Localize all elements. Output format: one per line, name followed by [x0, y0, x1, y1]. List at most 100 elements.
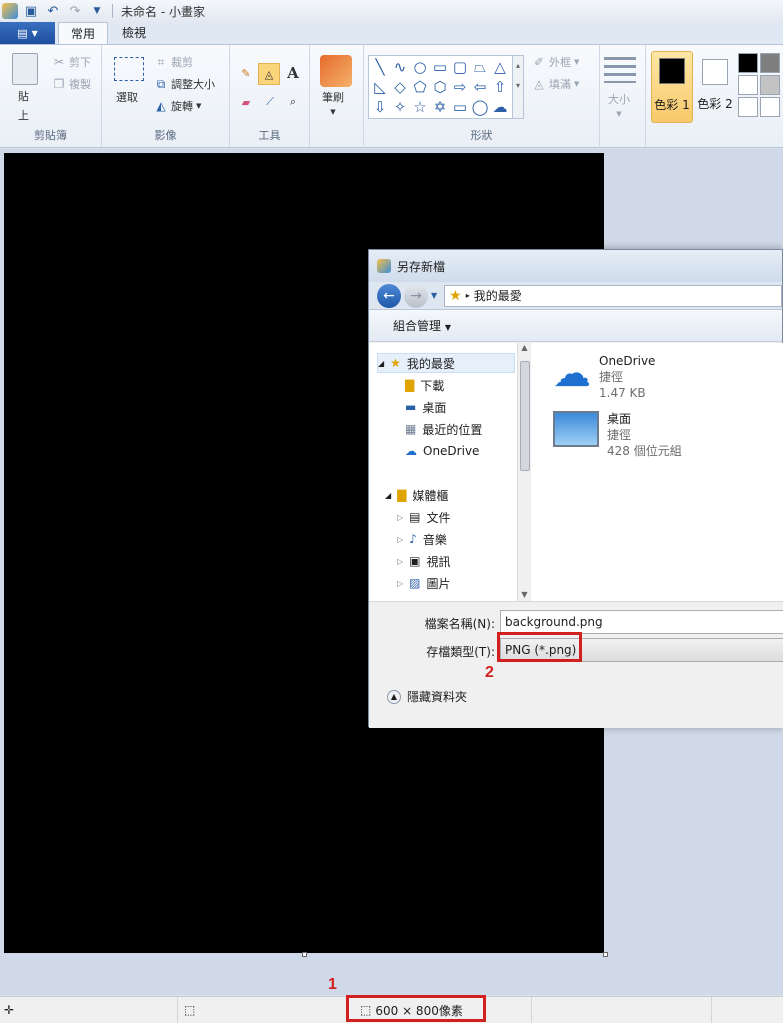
scroll-down-icon[interactable]: ▼ — [518, 590, 531, 599]
right-arrow-shape-icon[interactable]: ⇨ — [450, 77, 470, 97]
pencil-icon[interactable]: ✎ — [236, 63, 256, 83]
paint-app-icon[interactable] — [2, 3, 18, 19]
tree-item-music[interactable]: ▷ ♪ 音樂 — [397, 529, 447, 549]
forward-arrow-icon[interactable]: → — [404, 283, 428, 308]
hide-folders-button[interactable]: ▲ 隱藏資料夾 — [387, 688, 467, 705]
chevron-up-icon: ▲ — [387, 689, 401, 704]
left-arrow-shape-icon[interactable]: ⇦ — [470, 77, 490, 97]
fill-button[interactable]: ◬ 填滿 ▼ — [532, 76, 579, 92]
brushes-button[interactable]: 筆刷 ▼ — [322, 89, 344, 116]
file-size: 1.47 KB — [599, 386, 646, 400]
crop-button[interactable]: ⌗ 裁剪 — [154, 54, 193, 70]
file-type: 捷徑 — [599, 370, 624, 384]
cut-button[interactable]: ✂ 剪下 — [52, 54, 91, 70]
outline-button[interactable]: ✐ 外框 ▼ — [532, 54, 579, 70]
tree-item-downloads[interactable]: ▇ 下載 — [405, 375, 444, 395]
rotate-button[interactable]: ◭ 旋轉 ▼ — [154, 98, 201, 114]
select-button[interactable]: 選取 — [116, 89, 138, 105]
paint-app-icon — [377, 259, 391, 273]
outline-label: 外框 — [549, 56, 571, 69]
curve-shape-icon[interactable]: ∿ — [390, 57, 410, 77]
text-tool-icon[interactable]: A — [283, 63, 303, 83]
shapes-gallery[interactable]: ╲ ∿ ○ ▭ ▢ ⏢ △ ◺ ◇ ⬠ ⬡ ⇨ ⇦ ⇧ ⇩ ✧ ☆ ✡ ▭ ◯ ☁ — [368, 55, 516, 119]
color1-button[interactable]: 色彩 1 — [651, 51, 693, 123]
callout-cloud-icon[interactable]: ☁ — [490, 97, 510, 117]
right-triangle-shape-icon[interactable]: ◺ — [370, 77, 390, 97]
back-arrow-icon[interactable]: ← — [377, 283, 401, 308]
address-bar[interactable]: ★ ▸ 我的最愛 — [444, 284, 782, 307]
dialog-title-bar: 另存新檔 — [369, 250, 782, 282]
tree-item-pictures[interactable]: ▷ ▨ 圖片 — [397, 573, 451, 593]
resize-handle-bottom[interactable] — [302, 952, 307, 957]
save-icon[interactable]: ▣ — [22, 3, 40, 19]
scroll-thumb[interactable] — [520, 361, 530, 471]
shapes-scroll[interactable]: ▴ ▾ — [512, 55, 524, 119]
dialog-footer: 檔案名稱(N): background.png 存檔類型(T): PNG (*.… — [369, 601, 783, 728]
six-point-star-icon[interactable]: ✡ — [430, 97, 450, 117]
filename-input[interactable]: background.png — [500, 610, 783, 634]
tab-view[interactable]: 檢視 — [110, 22, 158, 44]
color1-label: 色彩 1 — [654, 98, 690, 112]
expand-arrow-icon: ◢ — [378, 358, 385, 368]
polygon-shape-icon[interactable]: ⏢ — [470, 57, 490, 77]
palette-color-gray[interactable] — [760, 53, 780, 73]
oval-shape-icon[interactable]: ○ — [410, 57, 430, 77]
tree-item-recent[interactable]: ▦ 最近的位置 — [405, 419, 482, 439]
organize-button[interactable]: 組合管理 ▼ — [393, 317, 451, 334]
tree-item-libraries[interactable]: ◢ ▇ 媒體櫃 — [385, 485, 448, 505]
resize-button[interactable]: ⧉ 調整大小 — [154, 76, 215, 92]
scroll-up-icon[interactable]: ▲ — [518, 343, 531, 352]
four-point-star-icon[interactable]: ✧ — [390, 97, 410, 117]
file-menu-button[interactable]: ▤ ▼ — [0, 22, 55, 44]
tab-home[interactable]: 常用 — [58, 22, 109, 44]
palette-color-white[interactable] — [738, 75, 758, 95]
size-button[interactable]: 大小 ▼ — [608, 91, 630, 118]
palette-color-black[interactable] — [738, 53, 758, 73]
down-arrow-shape-icon[interactable]: ⇩ — [370, 97, 390, 117]
redo-icon[interactable]: ↷ — [66, 3, 84, 19]
ribbon: 貼 上 ✂ 剪下 ❐ 複製 剪貼簿 選取 ⌗ 裁剪 ⧉ 調整大小 ◭ 旋轉 ▼ 影像 ✎ ◬… — [0, 44, 783, 149]
pentagon-shape-icon[interactable]: ⬠ — [410, 77, 430, 97]
window-title: 未命名 - 小畫家 — [121, 4, 205, 19]
triangle-shape-icon[interactable]: △ — [490, 57, 510, 77]
chevron-down-icon: ▼ — [616, 110, 622, 118]
color2-button[interactable]: 色彩 2 — [694, 51, 736, 123]
rectangle-shape-icon[interactable]: ▭ — [430, 57, 450, 77]
resize-handle-corner[interactable] — [603, 952, 608, 957]
callout-oval-icon[interactable]: ◯ — [470, 97, 490, 117]
color-picker-icon[interactable]: ⟋ — [260, 92, 280, 112]
undo-icon[interactable]: ↶ — [44, 3, 62, 19]
file-item-desktop[interactable]: 桌面 捷徑 428 個位元組 — [553, 411, 682, 459]
eraser-icon[interactable]: ▰ — [236, 92, 256, 112]
rounded-rect-shape-icon[interactable]: ▢ — [450, 57, 470, 77]
ribbon-tabs: ▤ ▼ 常用 檢視 — [0, 22, 783, 44]
tree-item-videos[interactable]: ▷ ▣ 視訊 — [397, 551, 451, 571]
fill-bucket-icon[interactable]: ◬ — [258, 63, 280, 85]
color2-label: 色彩 2 — [697, 97, 733, 111]
magnifier-icon[interactable]: ⌕ — [283, 92, 303, 112]
callout-rect-icon[interactable]: ▭ — [450, 97, 470, 117]
palette-color-empty[interactable] — [760, 97, 780, 117]
scissors-icon: ✂ — [53, 55, 65, 69]
tree-item-favorites[interactable]: ◢ ★ 我的最愛 — [377, 353, 515, 373]
star-icon: ★ — [390, 356, 401, 370]
line-shape-icon[interactable]: ╲ — [370, 57, 390, 77]
tree-item-desktop[interactable]: ▬ 桌面 — [405, 397, 446, 417]
paste-button[interactable]: 貼 上 — [18, 89, 29, 124]
palette-color-empty[interactable] — [738, 97, 758, 117]
file-item-onedrive[interactable]: ☁ OneDrive 捷徑 1.47 KB — [553, 353, 655, 401]
tree-item-documents[interactable]: ▷ ▤ 文件 — [397, 507, 451, 527]
tree-item-onedrive[interactable]: ☁ OneDrive — [405, 441, 479, 461]
up-arrow-shape-icon[interactable]: ⇧ — [490, 77, 510, 97]
five-point-star-icon[interactable]: ☆ — [410, 97, 430, 117]
palette-color-light-gray[interactable] — [760, 75, 780, 95]
diamond-shape-icon[interactable]: ◇ — [390, 77, 410, 97]
hexagon-shape-icon[interactable]: ⬡ — [430, 77, 450, 97]
chevron-down-icon[interactable]: ▼ — [431, 291, 437, 300]
tree-scrollbar[interactable]: ▲ ▼ — [517, 343, 531, 601]
tools-group: ✎ ◬ A ▰ ⟋ ⌕ 工具 — [230, 45, 310, 149]
quick-access-dropdown-icon[interactable]: ▼ — [88, 3, 106, 19]
organize-label: 組合管理 — [393, 319, 442, 333]
chevron-down-icon: ▼ — [196, 102, 202, 110]
copy-button[interactable]: ❐ 複製 — [52, 76, 91, 92]
